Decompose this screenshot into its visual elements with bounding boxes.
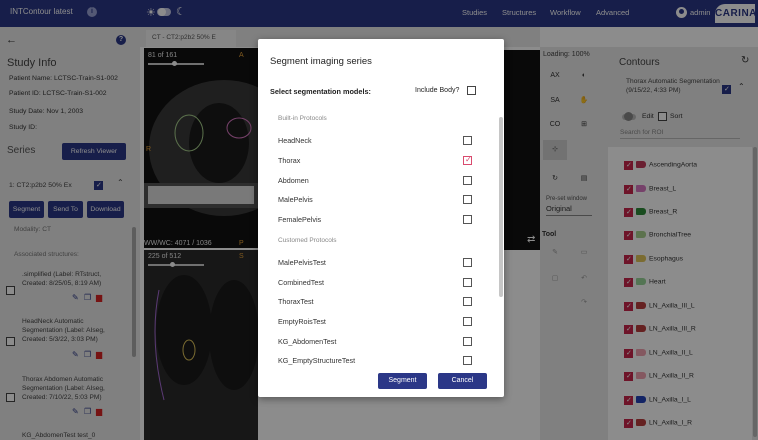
protocol-thorax: Thorax	[278, 156, 301, 165]
custom-protocols-label: Customed Protocols	[278, 237, 337, 244]
protocol-combinedtest-checkbox[interactable]	[463, 278, 472, 287]
protocol-femalepelvis-checkbox[interactable]	[463, 215, 472, 224]
protocol-malepelvistest-checkbox[interactable]	[463, 258, 472, 267]
protocol-abdomen: Abdomen	[278, 176, 309, 185]
cancel-button[interactable]: Cancel	[438, 373, 487, 389]
protocol-emptyroistest: EmptyRoisTest	[278, 317, 326, 326]
include-body-checkbox[interactable]	[467, 86, 476, 95]
protocol-thoraxtest-checkbox[interactable]	[463, 297, 472, 306]
include-body-label: Include Body?	[415, 87, 460, 94]
protocol-emptyroistest-checkbox[interactable]	[463, 317, 472, 326]
protocol-kg-emptystructuretest: KG_EmptyStructureTest	[278, 356, 356, 365]
protocol-abdomen-checkbox[interactable]	[463, 176, 472, 185]
builtin-protocols-label: Built-in Protocols	[278, 115, 327, 122]
protocol-malepelvis-checkbox[interactable]	[463, 195, 472, 204]
protocol-headneck-checkbox[interactable]	[463, 136, 472, 145]
protocol-malepelvistest: MalePelvisTest	[278, 258, 326, 267]
protocol-thorax-checkbox[interactable]	[463, 155, 472, 165]
segment-confirm-button[interactable]: Segment	[378, 373, 427, 389]
protocol-thoraxtest: ThoraxTest	[278, 297, 314, 306]
dialog-title: Segment imaging series	[270, 56, 372, 67]
protocol-combinedtest: CombinedTest	[278, 278, 324, 287]
segment-dialog: Segment imaging series Select segmentati…	[258, 39, 504, 397]
protocol-kg-abdomentest-checkbox[interactable]	[463, 337, 472, 346]
dialog-scrollbar[interactable]	[499, 117, 503, 297]
protocol-femalepelvis: FemalePelvis	[278, 215, 322, 224]
protocol-malepelvis: MalePelvis	[278, 195, 313, 204]
protocol-kg-abdomentest: KG_AbdomenTest	[278, 337, 337, 346]
protocol-kg-emptystructuretest-checkbox[interactable]	[463, 356, 472, 365]
select-models-label: Select segmentation models:	[270, 87, 371, 96]
protocol-headneck: HeadNeck	[278, 136, 312, 145]
